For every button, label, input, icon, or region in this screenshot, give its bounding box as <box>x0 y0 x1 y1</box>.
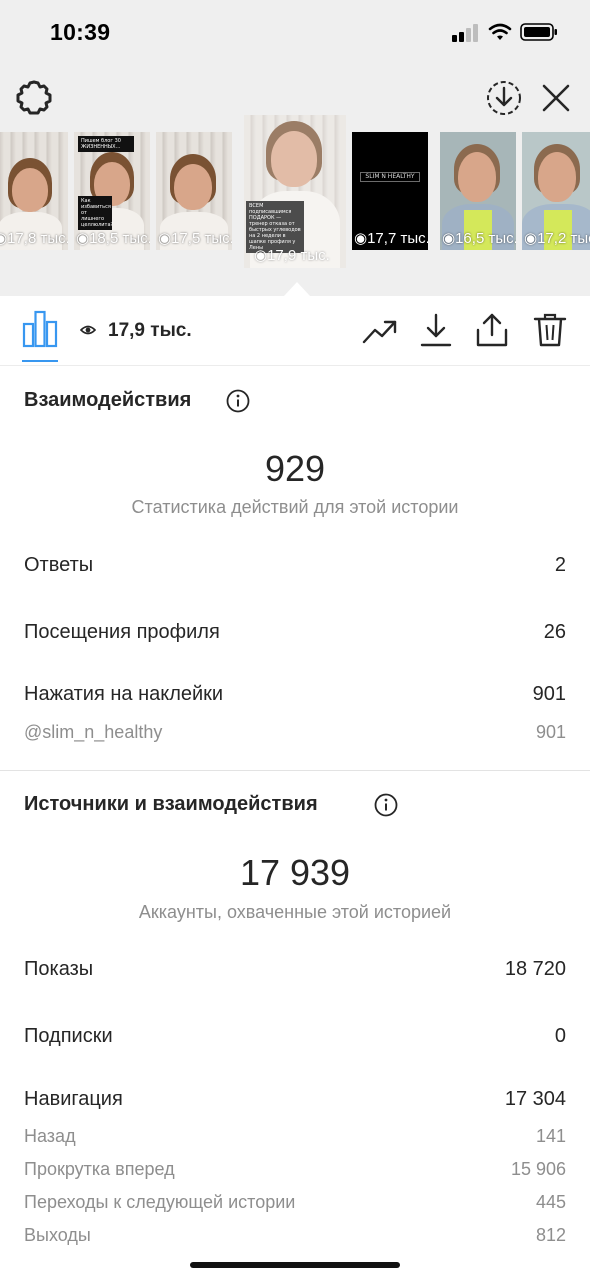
status-bar: 10:39 <box>0 0 590 64</box>
nav-exits-label: Выходы <box>24 1225 91 1245</box>
story-thumbnail[interactable]: ◉16,5 тыс. <box>440 132 516 250</box>
gear-icon[interactable] <box>14 78 54 118</box>
story-sticker-text: Как избавиться от лишнего целлюлита? <box>78 196 113 230</box>
share-icon[interactable] <box>474 312 510 348</box>
profile-visits-label: Посещения профиля <box>24 621 220 643</box>
story-thumbnails: ◉17,8 тыс. Пишем блог 30 ЖИЗНЕННЫХ... Ка… <box>0 115 590 275</box>
story-thumbnail[interactable]: ◉17,5 тыс. <box>156 132 232 250</box>
active-tab-indicator <box>22 360 58 362</box>
nav-back-value: 141 <box>535 1126 566 1146</box>
info-icon[interactable] <box>226 389 250 413</box>
interactions-title: Взаимодействия <box>24 389 192 411</box>
info-icon[interactable] <box>374 793 398 817</box>
home-indicator[interactable] <box>190 1262 400 1268</box>
nav-next-story-label: Переходы к следующей истории <box>24 1192 296 1212</box>
story-thumbnail[interactable]: Пишем блог 30 ЖИЗНЕННЫХ... Как избавитьс… <box>74 132 150 250</box>
accounts-reached-caption: Аккаунты, охваченные этой историей <box>138 902 452 922</box>
download-icon[interactable] <box>418 312 454 348</box>
story-thumbnail[interactable]: ◉17,2 тыс. <box>522 132 590 250</box>
cellular-signal-icon <box>452 24 482 42</box>
nav-exits-value: 812 <box>535 1225 566 1245</box>
story-thumbnail[interactable]: ◉17,8 тыс. <box>0 132 68 250</box>
story-views-label: ◉16,5 тыс. <box>442 230 516 247</box>
insights-tab-bar: 17,9 тыс. <box>0 296 590 366</box>
story-sticker-text: Пишем блог 30 ЖИЗНЕННЫХ... <box>78 136 134 152</box>
nav-forward-label: Прокрутка вперед <box>24 1159 175 1179</box>
accounts-reached-total: 17 939 <box>239 852 351 893</box>
follows-value: 0 <box>554 1025 566 1047</box>
replies-value: 2 <box>554 554 566 576</box>
navigation-label: Навигация <box>24 1088 123 1110</box>
interactions-caption: Статистика действий для этой истории <box>131 497 459 517</box>
trash-icon[interactable] <box>532 312 568 348</box>
story-views-label: ◉17,8 тыс. <box>0 230 68 247</box>
section-divider <box>0 770 590 771</box>
nav-back-label: Назад <box>24 1126 76 1146</box>
sticker-mention-label[interactable]: @slim_n_healthy <box>24 722 162 743</box>
story-views-count: 17,9 тыс. <box>108 320 192 341</box>
story-views-label: ◉17,2 тыс. <box>524 230 590 247</box>
sticker-taps-label: Нажатия на наклейки <box>24 683 224 705</box>
story-thumbnail[interactable]: SLIM N HEALTHY ◉17,7 тыс. <box>352 132 428 250</box>
interactions-total: 929 <box>264 448 326 489</box>
selected-story-pointer <box>284 282 310 296</box>
nav-next-story-value: 445 <box>535 1192 566 1212</box>
follows-label: Подписки <box>24 1025 113 1047</box>
nav-forward-value: 15 906 <box>510 1159 566 1179</box>
story-views-label: ◉17,9 тыс. <box>254 247 330 264</box>
eye-icon <box>80 325 96 335</box>
stories-header: 10:39 ◉17,8 тыс. Пишем блог 30 ЖИЗНЕННЫХ… <box>0 0 590 296</box>
profile-visits-value: 26 <box>543 621 566 643</box>
impressions-value: 18 720 <box>504 958 566 980</box>
insights-icon[interactable] <box>22 310 58 348</box>
story-logo-text: SLIM N HEALTHY <box>360 172 420 182</box>
sticker-mention-value: 901 <box>535 722 566 742</box>
impressions-label: Показы <box>24 958 94 980</box>
wifi-icon <box>488 23 512 40</box>
sticker-taps-value: 901 <box>532 683 566 705</box>
story-views-label: ◉18,5 тыс. <box>76 230 150 247</box>
status-time: 10:39 <box>50 19 111 45</box>
close-icon[interactable] <box>538 80 574 116</box>
trending-icon[interactable] <box>362 312 398 348</box>
battery-icon <box>520 23 557 41</box>
download-circle-icon[interactable] <box>484 78 524 118</box>
replies-label: Ответы <box>24 554 94 576</box>
story-thumbnail-selected[interactable]: ВСЕМ подписавшимся ПОДАРОК — тренер отка… <box>244 115 346 268</box>
discovery-title: Источники и взаимодействия <box>24 793 318 815</box>
navigation-value: 17 304 <box>504 1088 566 1110</box>
story-views-label: ◉17,7 тыс. <box>354 230 428 247</box>
story-views-label: ◉17,5 тыс. <box>158 230 232 247</box>
